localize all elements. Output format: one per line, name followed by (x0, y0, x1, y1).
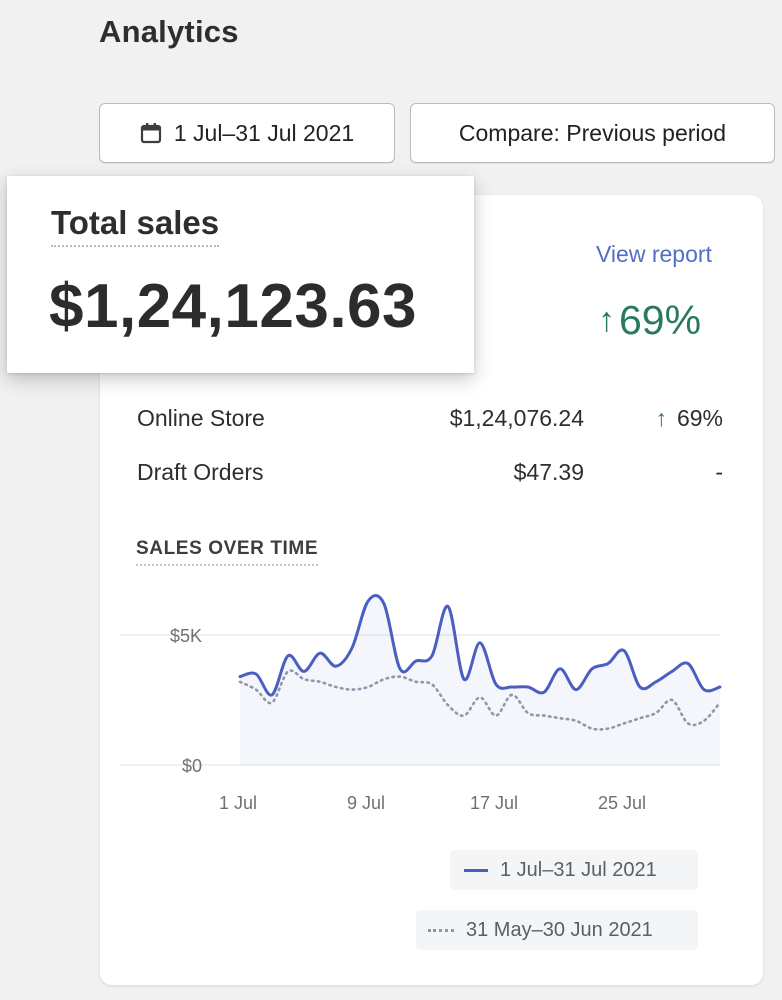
total-sales-growth: ↑ 69% (598, 297, 701, 344)
x-tick-label: 1 Jul (219, 793, 257, 813)
y-tick-label: $5K (170, 626, 202, 646)
x-tick-label: 9 Jul (347, 793, 385, 813)
x-tick-label: 25 Jul (598, 793, 646, 813)
y-tick-label: $0 (182, 756, 202, 776)
date-range-label: 1 Jul–31 Jul 2021 (173, 119, 355, 146)
compare-button[interactable]: Compare: Previous period (410, 103, 775, 163)
breakdown-row-draft-orders: Draft Orders $47.39 - (137, 459, 727, 489)
channel-amount: $1,24,076.24 (449, 405, 584, 431)
compare-label: Compare: Previous period (458, 119, 727, 146)
growth-value: 69% (619, 297, 702, 343)
legend-label: 31 May–30 Jun 2021 (466, 918, 653, 941)
legend-current-period[interactable]: 1 Jul–31 Jul 2021 (450, 850, 698, 890)
breakdown-row-online-store: Online Store $1,24,076.24 ↑ 69% (137, 405, 727, 435)
x-tick-label: 17 Jul (470, 793, 518, 813)
total-sales-value: $1,24,123.63 (49, 272, 418, 341)
channel-change: ↑ 69% (655, 405, 723, 432)
arrow-up-icon: ↑ (655, 405, 667, 431)
page-title: Analytics (99, 14, 239, 49)
total-sales-highlight: Total sales $1,24,123.63 (7, 176, 474, 373)
calendar-icon (140, 122, 162, 144)
channel-change: - (715, 459, 723, 485)
arrow-up-icon: ↑ (598, 301, 615, 339)
legend-label: 1 Jul–31 Jul 2021 (500, 858, 657, 881)
legend-line-swatch (464, 868, 488, 872)
channel-change-value: 69% (676, 405, 723, 431)
channel-name: Draft Orders (137, 459, 264, 485)
channel-amount: $47.39 (513, 459, 584, 485)
channel-name: Online Store (137, 405, 265, 431)
date-range-button[interactable]: 1 Jul–31 Jul 2021 (99, 103, 395, 163)
view-report-link[interactable]: View report (596, 241, 712, 268)
total-sales-label: Total sales (51, 204, 220, 247)
legend-previous-period[interactable]: 31 May–30 Jun 2021 (416, 910, 698, 950)
analytics-page: Analytics 1 Jul–31 Jul 2021 Compare: Pre… (0, 0, 782, 1000)
sales-over-time-chart: $5K $0 1 Jul 9 Jul 17 Jul 25 Jul (120, 594, 722, 813)
legend-dotted-swatch (428, 928, 454, 932)
sales-over-time-title: SALES OVER TIME (136, 538, 319, 566)
